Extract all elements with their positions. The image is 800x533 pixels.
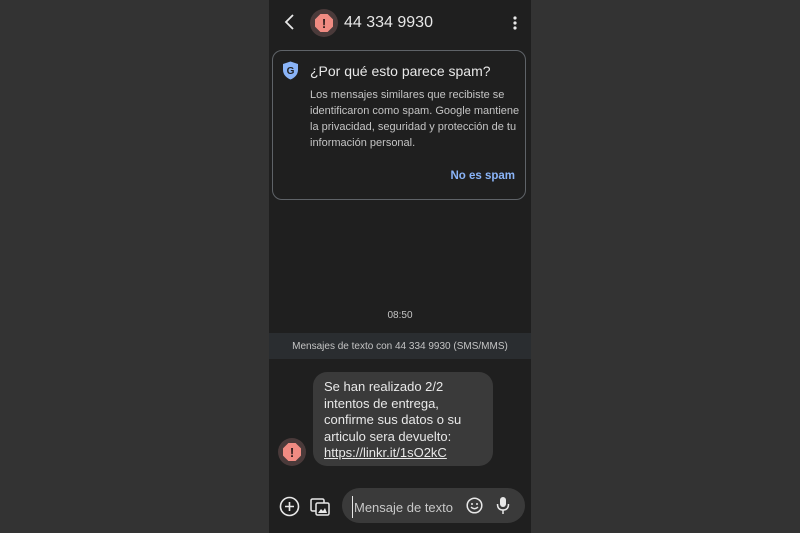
compose-bar [269,484,531,528]
message-bubble[interactable]: Se han realizado 2/2 intentos de entrega… [313,372,493,466]
emoji-button[interactable] [466,497,483,514]
svg-text:G: G [287,66,295,77]
contact-avatar[interactable]: ! [310,9,338,37]
messages-screen: ! 44 334 9930 G ¿Por qué esto parece spa… [269,0,531,533]
gallery-icon [310,498,330,516]
gallery-button[interactable] [310,496,330,516]
google-shield-icon: G [283,61,298,80]
sender-avatar[interactable]: ! [278,438,306,466]
add-attachment-button[interactable] [279,496,300,517]
mic-icon [496,497,510,514]
back-button[interactable] [279,11,301,33]
spam-warning-icon: ! [283,443,301,461]
spam-card-title: ¿Por qué esto parece spam? [310,63,491,79]
conversation-banner: Mensajes de texto con 44 334 9930 (SMS/M… [269,333,531,359]
add-circle-icon [279,496,300,517]
message-text: Se han realizado 2/2 intentos de entrega… [324,379,462,444]
message-link[interactable]: https://linkr.it/1sO2kC [324,445,447,460]
not-spam-button[interactable]: No es spam [450,170,515,182]
more-vert-icon [513,16,517,30]
spam-info-card: G ¿Por qué esto parece spam? Los mensaje… [272,50,526,200]
message-timestamp: 08:50 [387,310,413,321]
spam-card-body: Los mensajes similares que recibiste se … [310,89,520,149]
more-options-button[interactable] [509,13,521,33]
conversation-header: ! 44 334 9930 [269,0,531,46]
voice-input-button[interactable] [496,496,510,515]
message-input[interactable] [352,496,466,518]
emoji-icon [466,497,483,514]
arrow-back-icon [284,14,294,30]
contact-title[interactable]: 44 334 9930 [344,14,433,32]
message-input-field[interactable] [342,488,525,523]
spam-warning-icon: ! [315,14,333,32]
